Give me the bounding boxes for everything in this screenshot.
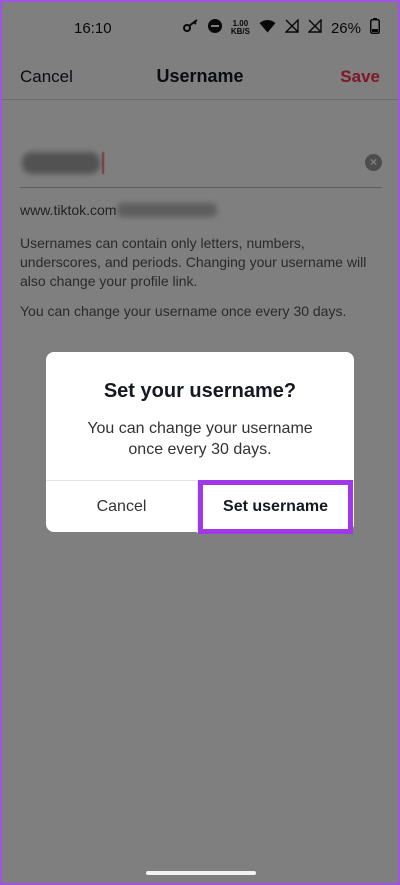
confirm-dialog: Set your username? You can change your u… bbox=[46, 352, 354, 534]
dialog-actions: Cancel Set username bbox=[46, 480, 354, 534]
home-indicator[interactable] bbox=[146, 871, 256, 875]
dialog-title: Set your username? bbox=[103, 380, 297, 402]
dialog-cancel-button[interactable]: Cancel bbox=[46, 481, 198, 533]
app-screen: 16:10 1.00 KB/S 26% bbox=[2, 2, 398, 883]
dialog-message: You can change your username once every … bbox=[87, 420, 313, 458]
set-username-button[interactable]: Set username bbox=[198, 480, 353, 534]
